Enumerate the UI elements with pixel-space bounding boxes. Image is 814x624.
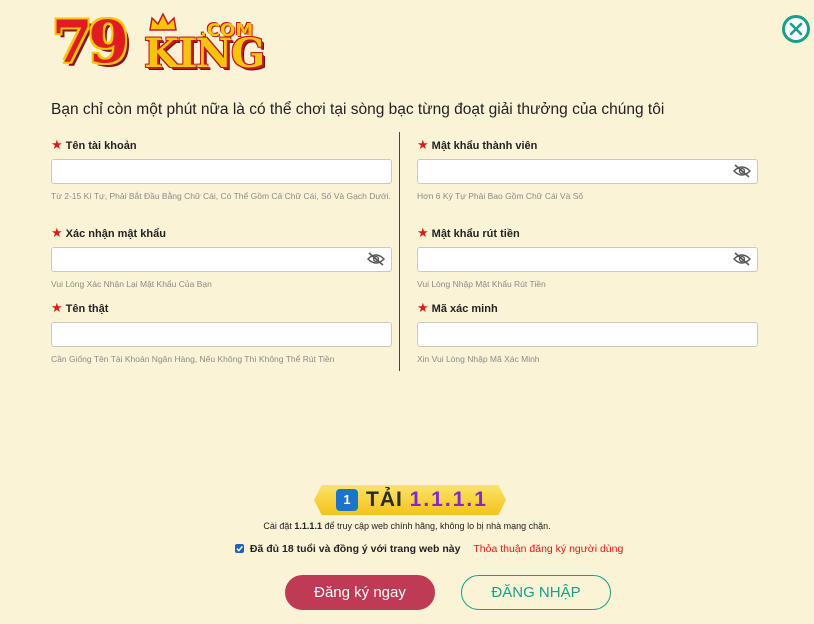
user-agreement-link[interactable]: Thỏa thuận đăng ký người dùng	[473, 543, 623, 555]
app-badge-icon: 1	[336, 489, 358, 511]
intro-text: Bạn chỉ còn một phút nữa là có thể chơi …	[51, 101, 665, 118]
logo-number: 79	[52, 8, 129, 76]
confirm-password-input[interactable]	[51, 247, 392, 272]
close-button[interactable]	[782, 15, 810, 43]
required-star-icon: ★	[51, 225, 63, 240]
download-label: TẢI	[366, 488, 403, 511]
checkbox-checked-icon	[236, 545, 243, 552]
withdraw-password-label: Mật khẩu rút tiền	[431, 228, 520, 240]
site-logo[interactable]: 79 .COM KING	[52, 8, 265, 80]
required-star-icon: ★	[51, 300, 63, 315]
download-app-banner[interactable]: 1 TẢI 1.1.1.1	[314, 485, 506, 515]
agree-row: Đã đủ 18 tuổi và đồng ý với trang web nà…	[235, 543, 623, 555]
captcha-help: Xin Vui Lòng Nhập Mã Xác Minh	[417, 354, 540, 364]
withdraw-password-help: Vui Lòng Nhập Mật Khẩu Rút Tiền	[417, 279, 546, 289]
real-name-label: Tên thật	[65, 303, 109, 315]
close-circle-icon	[789, 22, 803, 36]
captcha-input[interactable]	[417, 322, 758, 347]
confirm-password-help: Vui Lòng Xác Nhận Lại Mật Khẩu Của Bạn	[51, 279, 212, 289]
password-label: Mật khẩu thành viên	[431, 140, 538, 152]
password-field-group: ★ Mật khẩu thành viên Hơn 6 Ký Tự Phải Ba…	[417, 138, 758, 203]
withdraw-password-input[interactable]	[417, 247, 758, 272]
download-version: 1.1.1.1	[409, 488, 488, 511]
captcha-label: Mã xác minh	[431, 303, 498, 315]
login-button[interactable]: ĐĂNG NHẬP	[461, 575, 611, 610]
real-name-input[interactable]	[51, 322, 392, 347]
real-name-help: Cần Giống Tên Tài Khoản Ngân Hàng, Nếu K…	[51, 354, 335, 364]
eye-slash-icon[interactable]	[733, 252, 751, 266]
install-note-app: 1.1.1.1	[294, 521, 322, 531]
column-divider	[399, 132, 400, 371]
real-name-field-group: ★ Tên thật Cần Giống Tên Tài Khoản Ngân H…	[51, 301, 392, 366]
required-star-icon: ★	[417, 225, 429, 240]
eye-slash-icon[interactable]	[733, 164, 751, 178]
withdraw-password-field-group: ★ Mật khẩu rút tiền Vui Lòng Nhập Mật Khẩ…	[417, 226, 758, 291]
username-help: Từ 2-15 Kí Tự, Phải Bắt Đầu Bằng Chữ Cái…	[51, 191, 391, 201]
password-help: Hơn 6 Ký Tự Phải Bao Gồm Chữ Cái Và Số	[417, 191, 584, 201]
required-star-icon: ★	[51, 137, 63, 152]
password-input[interactable]	[417, 159, 758, 184]
agree-text: Đã đủ 18 tuổi và đồng ý với trang web nà…	[249, 543, 461, 555]
install-note: Cài đặt 1.1.1.1 để truy cập web chính hã…	[263, 521, 551, 531]
confirm-password-field-group: ★ Xác nhận mật khẩu Vui Lòng Xác Nhận Lại…	[51, 226, 392, 291]
crown-icon	[149, 12, 177, 31]
logo-word: KING	[144, 30, 265, 77]
confirm-password-label: Xác nhận mật khẩu	[65, 228, 166, 240]
username-label: Tên tài khoản	[65, 140, 137, 152]
required-star-icon: ★	[417, 300, 429, 315]
register-button[interactable]: Đăng ký ngay	[285, 575, 435, 610]
username-input[interactable]	[51, 159, 392, 184]
eye-slash-icon[interactable]	[367, 252, 385, 266]
required-star-icon: ★	[417, 137, 429, 152]
agree-checkbox[interactable]	[235, 544, 244, 553]
captcha-field-group: ★ Mã xác minh Xin Vui Lòng Nhập Mã Xác Mi…	[417, 301, 758, 366]
username-field-group: ★ Tên tài khoản Từ 2-15 Kí Tự, Phải Bắt Đ…	[51, 138, 392, 203]
